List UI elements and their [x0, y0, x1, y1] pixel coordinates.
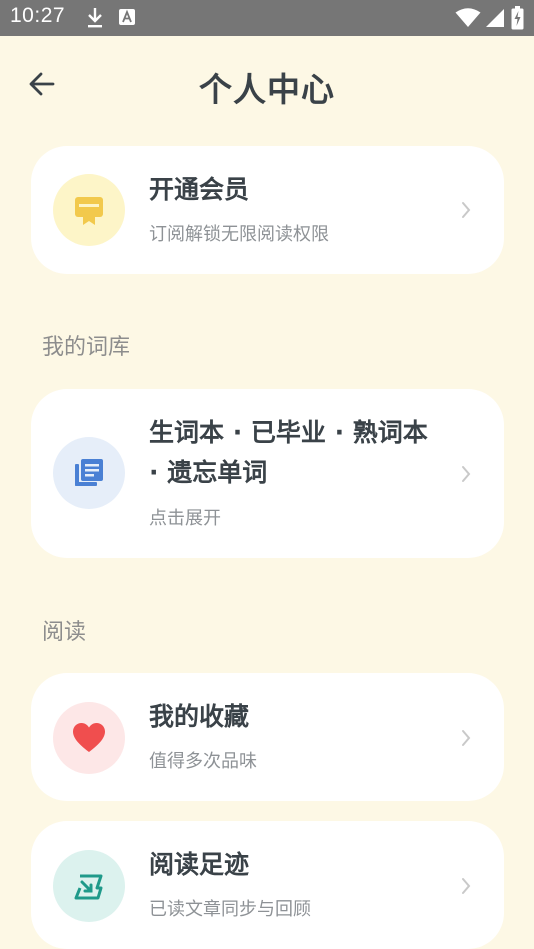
history-card-subtitle: 已读文章同步与回顾 — [149, 899, 311, 920]
chevron-right-icon — [462, 202, 471, 218]
wordbank-card[interactable]: 生词本 · 已毕业 · 熟词本 · 遗忘单词 点击展开 — [31, 389, 504, 558]
favorites-card[interactable]: 我的收藏 值得多次品味 — [31, 673, 504, 801]
chevron-right-icon — [462, 466, 471, 482]
download-icon — [88, 8, 102, 28]
chevron-right-icon — [462, 878, 471, 894]
heart-icon — [73, 723, 105, 752]
vip-icon-circle — [53, 174, 125, 246]
page-title: 个人中心 — [199, 70, 335, 109]
vip-membership-card[interactable]: 开通会员 订阅解锁无限阅读权限 — [31, 146, 504, 274]
reading-footprint-icon — [74, 874, 103, 900]
favorites-card-subtitle: 值得多次品味 — [149, 751, 257, 772]
status-bar: 10:27 — [0, 0, 534, 36]
history-card-title: 阅读足迹 — [149, 850, 250, 879]
history-icon-circle — [53, 850, 125, 922]
chevron-right-icon — [462, 730, 471, 746]
reading-history-card[interactable]: 阅读足迹 已读文章同步与回顾 — [31, 821, 504, 949]
wordbank-icon-circle — [53, 437, 125, 509]
wifi-icon — [455, 8, 481, 27]
status-time: 10:27 — [10, 4, 66, 27]
vip-card-subtitle: 订阅解锁无限阅读权限 — [149, 224, 329, 245]
battery-charging-icon — [511, 6, 524, 30]
app-bar: 个人中心 — [0, 36, 534, 132]
section-label-wordbank: 我的词库 — [42, 335, 131, 360]
wordbank-card-subtitle: 点击展开 — [149, 508, 221, 529]
word-list-icon — [75, 459, 103, 486]
wordbank-card-title: 生词本 · 已毕业 · 熟词本 · 遗忘单词 — [149, 418, 428, 487]
app-a-icon — [119, 9, 135, 25]
favorites-icon-circle — [53, 702, 125, 774]
signal-icon — [486, 9, 504, 27]
membership-badge-icon — [75, 197, 103, 225]
section-label-reading: 阅读 — [42, 620, 87, 645]
favorites-card-title: 我的收藏 — [149, 702, 250, 731]
vip-card-title: 开通会员 — [149, 175, 250, 204]
